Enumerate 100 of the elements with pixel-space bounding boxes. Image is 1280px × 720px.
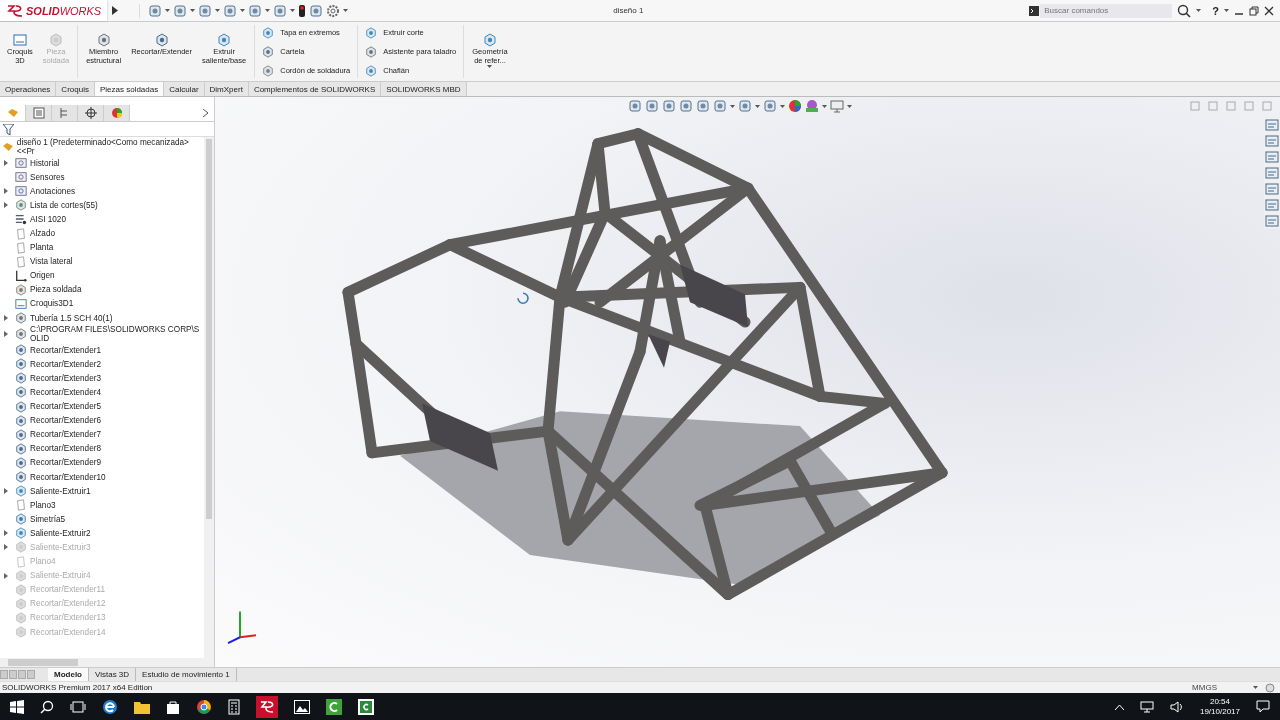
tool-icon	[365, 45, 378, 58]
tree-item[interactable]: Sensores	[0, 170, 204, 185]
c-letter-app-icon[interactable]	[358, 698, 374, 715]
clock-date[interactable]: 19/10/2017	[1199, 706, 1240, 717]
tool-icon	[154, 33, 169, 47]
tree-item[interactable]: Saliente-Extruir2	[0, 526, 204, 541]
caret-icon[interactable]	[1253, 686, 1258, 689]
expand-arrow-icon[interactable]	[4, 530, 8, 537]
caret-icon[interactable]	[755, 104, 760, 108]
expand-arrow-icon[interactable]	[4, 315, 8, 322]
feature-icon	[15, 471, 27, 483]
windows-start-icon[interactable]	[10, 699, 24, 714]
volume-icon[interactable]	[1169, 700, 1184, 713]
tree-item[interactable]: Recortar/Extender6	[0, 413, 204, 428]
tree-item[interactable]: Recortar/Extender10	[0, 469, 204, 485]
units-indicator[interactable]: MMGS	[1192, 683, 1217, 692]
command-tab[interactable]: DimXpert	[204, 82, 249, 96]
color-sphere-icon[interactable]	[788, 99, 802, 113]
tree-item[interactable]: Recortar/Extender7	[0, 427, 204, 442]
command-tab[interactable]: Complementos de SOLIDWORKS	[248, 82, 382, 96]
search-icon[interactable]	[1177, 3, 1192, 18]
panel-tab[interactable]	[78, 105, 104, 121]
calculator-icon[interactable]	[228, 698, 240, 715]
tree-item[interactable]: Recortar/Extender4	[0, 385, 204, 400]
caret-icon[interactable]	[240, 9, 246, 12]
scrollbar[interactable]	[204, 137, 214, 658]
tree-item[interactable]: Pieza soldada	[0, 282, 204, 297]
caret-icon[interactable]	[487, 65, 493, 68]
feature-icon	[15, 499, 27, 512]
tree-item[interactable]: Recortar/Extender2	[0, 357, 204, 372]
browser-e-icon[interactable]	[102, 698, 118, 715]
caret-icon[interactable]	[290, 9, 296, 12]
command-tab[interactable]: Calcular	[164, 82, 205, 96]
command-tab[interactable]: Operaciones	[0, 82, 57, 96]
tree-item[interactable]: AISI 1020	[0, 212, 204, 227]
feature-icon	[15, 269, 27, 282]
help-button[interactable]: ?	[1212, 4, 1219, 17]
tree-item[interactable]: Plano3	[0, 498, 204, 513]
model-tab[interactable]: Modelo	[48, 668, 89, 681]
monitor-icon[interactable]	[830, 99, 844, 113]
tree-item[interactable]: Saliente-Extruir1	[0, 484, 204, 499]
c-letter-app-icon[interactable]	[326, 698, 342, 715]
notification-icon[interactable]	[1256, 700, 1270, 713]
chrome-browser-icon[interactable]	[196, 698, 212, 715]
panel-tab[interactable]	[104, 105, 130, 121]
network-icon[interactable]	[1139, 700, 1154, 713]
image-icon[interactable]	[294, 699, 310, 714]
expand-arrow-icon[interactable]	[4, 202, 8, 209]
tree-item[interactable]: Origen	[0, 268, 204, 283]
scrollbar[interactable]	[0, 658, 214, 667]
caret-icon[interactable]	[847, 104, 852, 108]
tree-item[interactable]: Planta	[0, 240, 204, 255]
expand-arrow-icon[interactable]	[4, 544, 8, 551]
graphics-viewport[interactable]	[215, 97, 1280, 667]
caret-icon[interactable]	[730, 104, 735, 108]
filter-icon[interactable]	[3, 123, 14, 135]
tree-item[interactable]: C:\PROGRAM FILES\SOLIDWORKS CORP\SOLID	[0, 325, 204, 344]
caret-icon[interactable]	[343, 9, 349, 12]
clock-time[interactable]: 20:54	[1209, 696, 1230, 707]
caret-icon[interactable]	[1196, 9, 1202, 12]
tree-item[interactable]: Recortar/Extender3	[0, 371, 204, 386]
search-icon[interactable]	[40, 699, 54, 714]
caret-icon[interactable]	[822, 104, 827, 108]
tree-label: Recortar/Extender13	[30, 613, 106, 623]
tree-item[interactable]: Alzado	[0, 226, 204, 241]
tree-item[interactable]: Anotaciones	[0, 184, 204, 199]
expand-arrow-icon[interactable]	[4, 188, 8, 195]
tree-item[interactable]: Vista lateral	[0, 254, 204, 269]
caret-icon[interactable]	[265, 9, 271, 12]
settings-icon[interactable]	[326, 3, 341, 18]
tree-item[interactable]: Croquis3D1	[0, 296, 204, 312]
scene-icon[interactable]	[805, 99, 819, 113]
panel-tab[interactable]	[26, 105, 52, 121]
command-tab[interactable]: Piezas soldadas	[94, 82, 165, 96]
caret-icon[interactable]	[190, 9, 196, 12]
tree-item[interactable]: Simetría5	[0, 512, 204, 527]
caret-icon[interactable]	[1224, 9, 1229, 12]
caret-icon[interactable]	[215, 9, 221, 12]
shopping-bag-icon[interactable]	[166, 699, 180, 714]
traffic-light-icon[interactable]	[298, 3, 307, 18]
expand-arrow-icon[interactable]	[4, 331, 8, 338]
expand-arrow-icon[interactable]	[4, 572, 8, 579]
tree-item[interactable]: Recortar/Extender8	[0, 441, 204, 456]
tree-item[interactable]: Lista de cortes(55)	[0, 198, 204, 213]
chevron-up-icon[interactable]	[1114, 703, 1124, 710]
command-tab[interactable]: Croquis	[56, 82, 95, 96]
expand-arrow-icon[interactable]	[4, 488, 8, 495]
task-view-icon[interactable]	[70, 700, 86, 713]
expand-arrow-icon[interactable]	[112, 6, 119, 15]
tree-item[interactable]: Tubería 1.5 SCH 40(1)	[0, 311, 204, 326]
chevron-right-icon[interactable]	[203, 109, 208, 117]
command-tab[interactable]: SOLIDWORKS MBD	[381, 82, 467, 96]
caret-icon[interactable]	[165, 9, 171, 12]
search-field[interactable]: Buscar comandos	[1040, 3, 1173, 18]
tree-item[interactable]: Recortar/Extender5	[0, 399, 204, 414]
tree-item[interactable]: Recortar/Extender9	[0, 455, 204, 470]
caret-icon[interactable]	[780, 104, 785, 108]
expand-arrow-icon[interactable]	[4, 160, 8, 167]
tree-item[interactable]: Historial	[0, 156, 204, 171]
tree-item[interactable]: Recortar/Extender1	[0, 343, 204, 358]
